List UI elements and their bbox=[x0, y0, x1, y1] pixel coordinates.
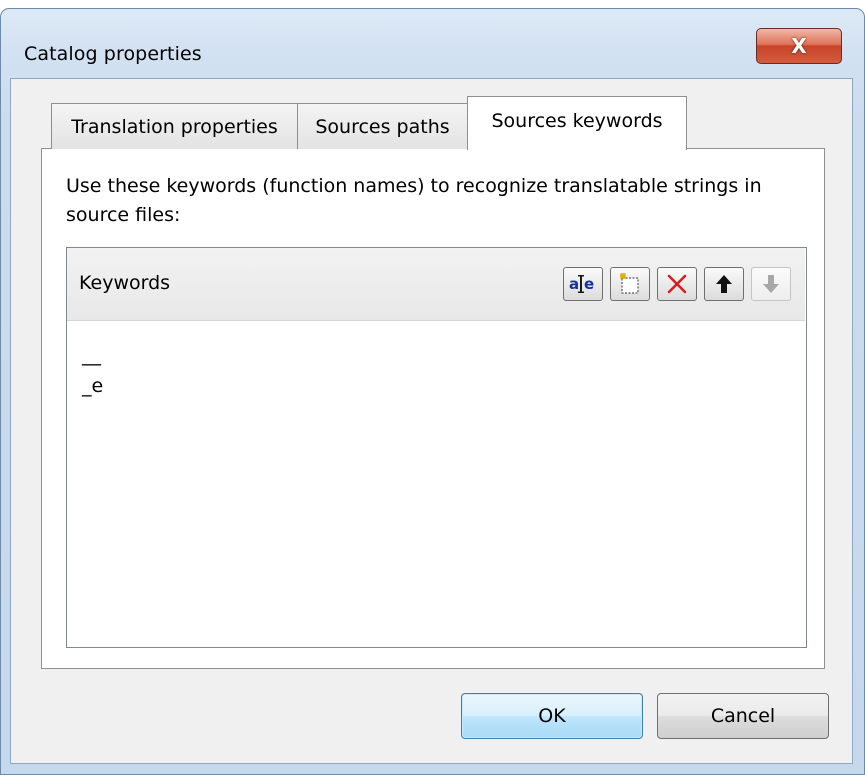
keywords-listbox: Keywords a e __ _e bbox=[66, 247, 807, 648]
ok-button[interactable]: OK bbox=[461, 693, 643, 739]
delete-item-button[interactable] bbox=[657, 267, 697, 301]
svg-text:e: e bbox=[584, 275, 594, 293]
title-bar[interactable]: Catalog properties X bbox=[1, 9, 864, 79]
keywords-header: Keywords a e bbox=[67, 248, 805, 321]
close-button[interactable]: X bbox=[756, 28, 842, 64]
window-title: Catalog properties bbox=[24, 43, 202, 65]
close-icon: X bbox=[791, 34, 807, 58]
edit-item-icon: a e bbox=[569, 275, 594, 293]
move-down-button[interactable] bbox=[751, 267, 791, 301]
cancel-button-label: Cancel bbox=[710, 705, 776, 727]
keywords-description: Use these keywords (function names) to r… bbox=[66, 175, 762, 226]
tab-label: Sources paths bbox=[315, 115, 450, 138]
svg-text:a: a bbox=[569, 275, 579, 293]
move-up-button[interactable] bbox=[704, 267, 744, 301]
tab-translation-properties[interactable]: Translation properties bbox=[51, 103, 298, 149]
delete-item-icon bbox=[667, 274, 687, 294]
tab-label: Sources keywords bbox=[491, 110, 663, 132]
new-item-icon bbox=[619, 272, 639, 294]
tab-sources-paths[interactable]: Sources paths bbox=[297, 103, 468, 149]
move-down-icon bbox=[763, 275, 779, 293]
keywords-header-label: Keywords bbox=[79, 272, 171, 294]
list-item[interactable]: __ bbox=[82, 344, 101, 366]
move-up-icon bbox=[716, 275, 732, 293]
ok-button-label: OK bbox=[538, 705, 566, 727]
new-item-button[interactable] bbox=[610, 267, 650, 301]
list-item[interactable]: _e bbox=[82, 375, 103, 397]
tab-sources-keywords[interactable]: Sources keywords bbox=[467, 96, 687, 150]
keywords-list[interactable]: __ _e bbox=[67, 320, 805, 650]
edit-item-button[interactable]: a e bbox=[563, 267, 603, 301]
cancel-button[interactable]: Cancel bbox=[657, 693, 829, 739]
tab-label: Translation properties bbox=[71, 115, 278, 138]
